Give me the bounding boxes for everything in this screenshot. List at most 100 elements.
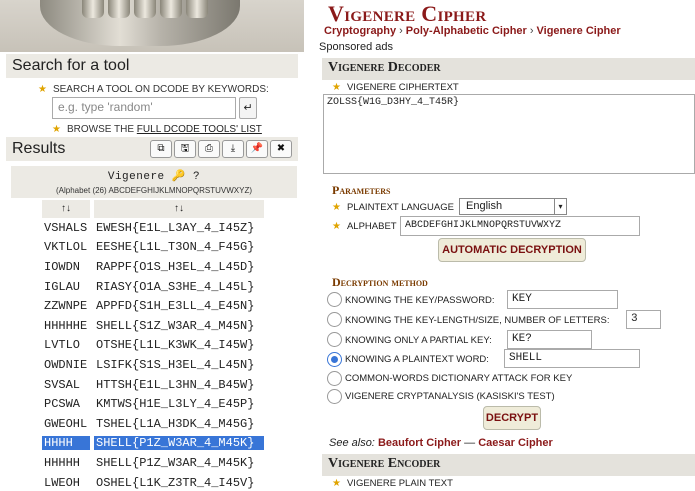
table-row[interactable]: ZZWNPE APPFD{S1H_E3LL_4_E45N} [42,296,264,316]
left-panel: Search for a tool ★ Search a tool on dCod… [0,0,304,491]
key-input[interactable]: KEY [507,290,618,309]
beaufort-cipher-link[interactable]: Beaufort Cipher [378,437,461,449]
star-icon: ★ [332,221,341,232]
parameters-title: Parameters [332,183,391,197]
result-key: IOWDN [44,259,81,274]
result-plaintext: OSHEL{L1K_Z3TR_4_I45V} [96,475,255,490]
table-row[interactable]: SVSAL HTTSH{E1L_L3HN_4_B45W} [42,375,264,395]
breadcrumb: Cryptography › Poly-Alphabetic Cipher › Vige… [324,25,621,37]
method-label-key-length: Knowing the key-length/size, number of l… [345,315,610,326]
alphabet-input[interactable]: ABCDEFGHIJKLMNOPQRSTUVWXYZ [400,216,640,236]
result-key: HHHHHE [44,318,88,333]
table-row[interactable]: OWDNIE LSIFK{S1S_H3EL_4_L45N} [42,355,264,375]
result-plaintext: SHELL{S1Z_W3AR_4_M45N} [96,318,255,333]
table-row[interactable]: HHHH SHELL{P1Z_W3AR_4_M45K} [42,434,264,454]
result-plaintext: EESHE{L1L_T3ON_4_F45G} [96,240,255,255]
method-label-key: Knowing the key/password: [345,295,495,306]
result-plaintext: RIASY{O1A_S3HE_4_L45L} [96,279,255,294]
result-key: LVTLO [44,338,81,353]
decrypt-button[interactable]: DECRYPT [483,406,541,430]
sponsored-ads-label: Sponsored ads [319,41,393,53]
sort-text-column[interactable]: ↑↓ [94,200,264,218]
dcode-banner-image [0,0,304,52]
see-also: See also: Beaufort Cipher — Caesar Ciphe… [329,437,553,449]
method-label-partial-key: Knowing only a partial key: [345,335,492,346]
star-icon: ★ [38,84,47,95]
ciphertext-textarea[interactable]: ZOLSS{W1G_D3HY_4_T45R} [323,94,695,174]
right-panel: Vigenere Cipher Cryptography › Poly-Alphab… [318,0,695,491]
radio-key-length[interactable] [327,312,342,327]
page-title: Vigenere Cipher [328,1,487,26]
radio-key[interactable] [327,292,342,307]
result-plaintext: APPFD{S1H_E3LL_4_E45N} [96,299,255,314]
plaintext-label: ★ Vigenere plain text [332,478,453,489]
table-row[interactable]: IGLAU RIASY{O1A_S3HE_4_L45L} [42,277,264,297]
table-row[interactable]: IOWDN RAPPF{O1S_H3EL_4_L45D} [42,257,264,277]
chevron-down-icon: ▾ [554,199,566,214]
table-row[interactable]: VSHALS EWESH{E1L_L3AY_4_I45Z} [42,218,264,238]
result-heading: Vigenere 🔑 ? [107,171,201,183]
sort-key-column[interactable]: ↑↓ [42,200,90,218]
radio-dictionary-attack[interactable] [327,371,342,386]
result-key: PCSWA [44,397,81,412]
table-row[interactable]: GWEOHL TSHEL{L1A_H3DK_4_M45G} [42,414,264,434]
table-row[interactable]: PCSWA KMTWS{H1E_L3LY_4_E45P} [42,394,264,414]
alphabet-label: ★ Alphabet [332,221,397,232]
result-key: GWEOHL [44,416,88,431]
cryptex-illustration [40,0,240,46]
radio-kasiski[interactable] [327,389,342,404]
decoder-section-title: Vigenere Decoder [322,58,695,80]
breadcrumb-vigenere[interactable]: Vigenere Cipher [537,25,621,37]
save-icon[interactable]: 🖫 [174,140,196,158]
table-header: ↑↓ ↑↓ [42,200,264,218]
key-length-input[interactable]: 3 [626,310,661,329]
pin-icon[interactable]: 📌 [246,140,268,158]
browse-tools-line: ★ Browse the full dCode tools' list [52,124,262,135]
search-submit-button[interactable]: ↵ [239,97,257,119]
table-body: VSHALS EWESH{E1L_L3AY_4_I45Z} VKTLOL EESHE{… [42,218,264,491]
partial-key-input[interactable]: KE? [507,330,592,349]
result-key: IGLAU [44,279,81,294]
result-key: LWEOH [44,475,81,490]
method-label-plaintext-word: Knowing a plaintext word: [345,354,489,365]
table-row[interactable]: LWEOH OSHEL{L1K_Z3TR_4_I45V} [42,473,264,491]
table-row[interactable]: HHHHHE SHELL{S1Z_W3AR_4_M45N} [42,316,264,336]
plaintext-word-input[interactable]: SHELL [504,349,640,368]
download-icon[interactable]: ⤓ [222,140,244,158]
star-icon: ★ [332,478,341,489]
result-plaintext: LSIFK{S1S_H3EL_4_L45N} [96,357,255,372]
radio-partial-key[interactable] [327,332,342,347]
result-plaintext: HTTSH{E1L_L3HN_4_B45W} [96,377,255,392]
result-key: HHHHH [44,455,81,470]
result-key: ZZWNPE [44,299,88,314]
table-row[interactable]: VKTLOL EESHE{L1L_T3ON_4_F45G} [42,238,264,258]
caesar-cipher-link[interactable]: Caesar Cipher [478,437,553,449]
print-icon[interactable]: ⎙ [198,140,220,158]
radio-plaintext-word[interactable] [327,352,342,367]
decryption-method-title: Decryption method [332,275,428,289]
search-input[interactable]: e.g. type 'random' [52,97,236,119]
breadcrumb-cryptography[interactable]: Cryptography [324,25,396,37]
method-label-kasiski: Vigenere cryptanalysis (Kasiski's test) [345,391,555,402]
automatic-decryption-button[interactable]: AUTOMATIC DECRYPTION [438,238,586,262]
star-icon: ★ [332,82,341,93]
result-plaintext: SHELL{P1Z_W3AR_4_M45K} [96,455,255,470]
result-plaintext: RAPPF{O1S_H3EL_4_L45D} [96,259,255,274]
copy-icon[interactable]: ⧉ [150,140,172,158]
result-key: VSHALS [44,220,88,235]
table-row[interactable]: HHHHH SHELL{P1Z_W3AR_4_M45K} [42,453,264,473]
search-hint: ★ Search a tool on dCode by keywords: [38,84,269,95]
ciphertext-label: ★ Vigenere ciphertext [332,82,459,93]
table-row[interactable]: LVTLO OTSHE{L1L_K3WK_4_I45W} [42,336,264,356]
language-select[interactable]: English ▾ [459,198,567,215]
language-label: ★ Plaintext language [332,202,454,213]
browse-tools-link[interactable]: full dCode tools' list [137,124,262,135]
results-toolbar: ⧉ 🖫 ⎙ ⤓ 📌 ✖ [150,140,292,158]
result-header: Vigenere 🔑 ? (Alphabet (26) ABCDEFGHIJKL… [11,166,297,198]
close-icon[interactable]: ✖ [270,140,292,158]
breadcrumb-poly-alphabetic[interactable]: Poly-Alphabetic Cipher [406,25,527,37]
star-icon: ★ [52,124,61,135]
result-key: OWDNIE [44,357,88,372]
results-table: ↑↓ ↑↓ VSHALS EWESH{E1L_L3AY_4_I45Z} VKTLOL… [42,200,264,491]
result-alphabet-info: (Alphabet (26) ABCDEFGHIJKLMNOPQRSTUVWXY… [55,186,253,195]
